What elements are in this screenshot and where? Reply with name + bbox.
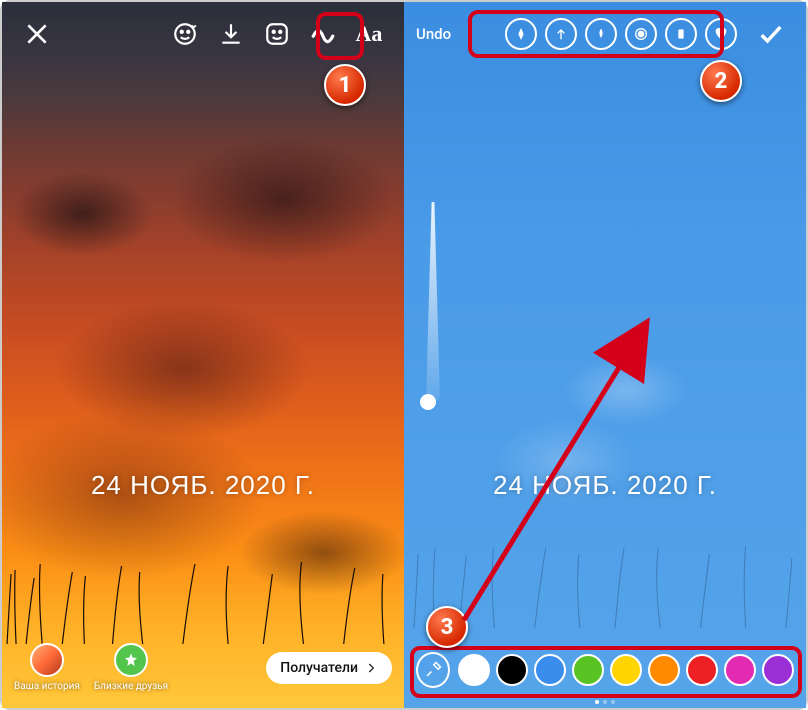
eyedropper-icon[interactable] bbox=[416, 652, 450, 688]
annotation-arrow bbox=[404, 2, 806, 708]
color-swatch-yellow[interactable] bbox=[610, 654, 642, 686]
chevron-right-icon bbox=[364, 661, 378, 675]
color-palette bbox=[412, 646, 798, 694]
grass-silhouette bbox=[2, 554, 404, 644]
palette-pager bbox=[404, 700, 806, 704]
marker-brush-icon[interactable] bbox=[585, 18, 617, 50]
recipients-button[interactable]: Получатели bbox=[266, 652, 392, 684]
callout-badge-1: 1 bbox=[324, 64, 366, 106]
avatar-icon bbox=[30, 643, 64, 677]
color-swatch-white[interactable] bbox=[458, 654, 490, 686]
your-story-label: Ваша история bbox=[14, 681, 80, 692]
neon-brush-icon[interactable] bbox=[625, 18, 657, 50]
screen-story-editor: Aa 24 НОЯБ. 2020 Г. Ваша история Близкие… bbox=[2, 2, 404, 708]
color-swatch-black[interactable] bbox=[496, 654, 528, 686]
color-swatch-purple[interactable] bbox=[762, 654, 794, 686]
your-story-button[interactable]: Ваша история bbox=[14, 643, 80, 692]
sticker-icon[interactable] bbox=[258, 15, 296, 53]
text-tool-icon[interactable]: Aa bbox=[350, 15, 388, 53]
grass-silhouette-right bbox=[404, 538, 806, 628]
pen-brush-icon[interactable] bbox=[505, 18, 537, 50]
brush-row bbox=[505, 18, 737, 50]
color-swatch-magenta[interactable] bbox=[724, 654, 756, 686]
face-filter-icon[interactable] bbox=[166, 15, 204, 53]
screens-container: Aa 24 НОЯБ. 2020 Г. Ваша история Близкие… bbox=[2, 2, 806, 708]
eraser-brush-icon[interactable] bbox=[665, 18, 697, 50]
heart-brush-icon[interactable] bbox=[705, 18, 737, 50]
date-overlay-right[interactable]: 24 НОЯБ. 2020 Г. bbox=[404, 470, 806, 501]
color-swatch-orange[interactable] bbox=[648, 654, 680, 686]
callout-badge-3: 3 bbox=[426, 606, 468, 648]
color-swatch-red[interactable] bbox=[686, 654, 718, 686]
close-friends-button[interactable]: Близкие друзья bbox=[94, 643, 168, 692]
close-friends-label: Близкие друзья bbox=[94, 681, 168, 692]
draw-icon[interactable] bbox=[304, 15, 342, 53]
draw-top-toolbar: Undo bbox=[404, 2, 806, 66]
screen-draw-mode: Undo bbox=[404, 2, 806, 708]
undo-button[interactable]: Undo bbox=[416, 25, 451, 43]
date-overlay[interactable]: 24 НОЯБ. 2020 Г. bbox=[2, 470, 404, 501]
story-top-toolbar: Aa bbox=[2, 2, 404, 66]
star-icon bbox=[114, 643, 148, 677]
brush-size-slider[interactable] bbox=[426, 202, 440, 402]
recipients-label: Получатели bbox=[280, 660, 358, 676]
brush-size-thumb[interactable] bbox=[420, 394, 436, 410]
swatches-row bbox=[458, 654, 794, 686]
done-check-icon[interactable] bbox=[752, 15, 790, 53]
text-tool-label: Aa bbox=[356, 21, 383, 47]
color-swatch-green[interactable] bbox=[572, 654, 604, 686]
color-swatch-blue[interactable] bbox=[534, 654, 566, 686]
callout-badge-2: 2 bbox=[700, 60, 742, 102]
download-icon[interactable] bbox=[212, 15, 250, 53]
story-bottom-bar: Ваша история Близкие друзья Получатели bbox=[2, 643, 404, 692]
arrow-brush-icon[interactable] bbox=[545, 18, 577, 50]
close-icon[interactable] bbox=[18, 15, 56, 53]
